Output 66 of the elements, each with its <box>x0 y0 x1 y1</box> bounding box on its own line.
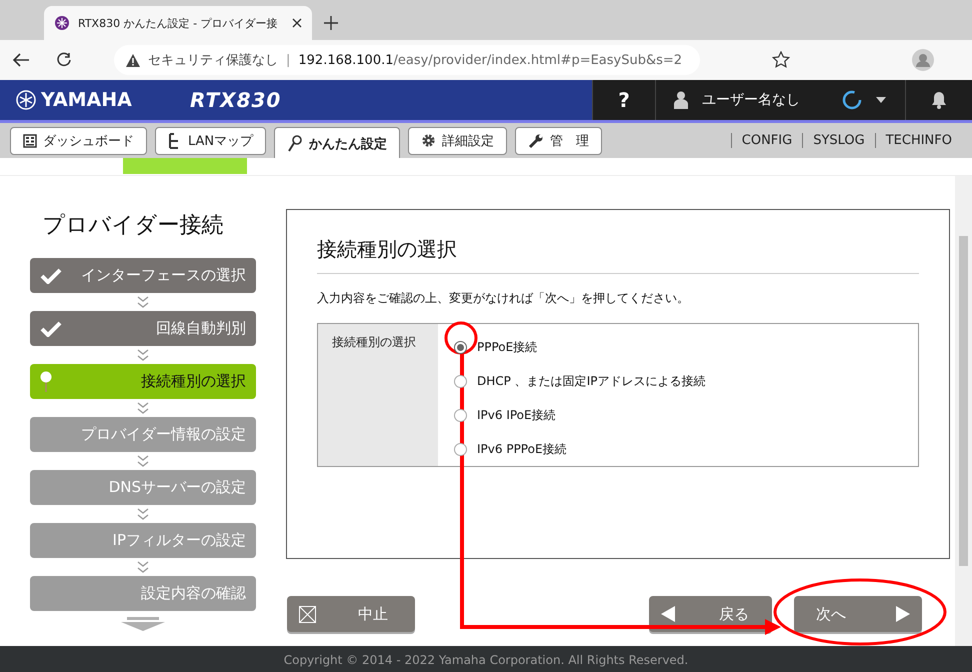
wrench-icon <box>528 132 544 148</box>
header-link[interactable]: SYSLOG <box>802 133 875 148</box>
scrollbar-thumb[interactable] <box>959 236 968 566</box>
brand-logo: YAMAHA <box>0 80 166 120</box>
person-icon <box>674 91 688 109</box>
radio-label: PPPoE接続 <box>477 338 538 356</box>
grid-icon <box>23 134 37 148</box>
browser-tab[interactable]: RTX830 かんたん設定 - プロバイダー接 <box>44 6 312 40</box>
nav-tab[interactable]: ダッシュボード <box>10 126 147 154</box>
flower-icon <box>54 15 70 31</box>
tab-title: RTX830 かんたん設定 - プロバイダー接 <box>78 16 278 30</box>
box-x-icon <box>299 606 316 622</box>
field-label: 接続種別の選択 <box>318 324 438 466</box>
cancel-button[interactable]: 中止 <box>287 596 415 632</box>
chevron-down-icon <box>137 348 149 362</box>
copyright-text: Copyright © 2014 - 2022 Yamaha Corporation. All Rights Reserved. <box>0 646 972 672</box>
chevron-down-icon <box>137 401 149 415</box>
down-arrow-icon <box>121 617 165 631</box>
nav-tab[interactable]: かんたん設定 <box>274 126 400 160</box>
star-icon[interactable] <box>772 51 790 69</box>
bell-icon[interactable] <box>931 91 947 109</box>
wizard-step: インターフェースの選択 <box>30 258 256 293</box>
caret-icon <box>876 96 886 104</box>
nav-tab[interactable]: 管 理 <box>515 126 602 154</box>
gear-icon <box>421 133 436 148</box>
chevron-down-icon <box>137 295 149 309</box>
wizard-step: 設定内容の確認 <box>30 576 256 611</box>
header-link[interactable]: TECHINFO <box>874 133 962 148</box>
back-arrow-icon[interactable] <box>12 52 30 68</box>
radio-label: IPv6 IPoE接続 <box>477 406 556 424</box>
wizard-step: プロバイダー情報の設定 <box>30 417 256 452</box>
address-field[interactable]: セキュリティ保護なし | 192.168.100.1/easy/provider/index.html#p=EasySub&s=2 <box>114 45 700 75</box>
nav-tab[interactable]: 詳細設定 <box>408 126 508 154</box>
plus-icon[interactable] <box>324 16 338 30</box>
radio-button[interactable] <box>454 374 467 388</box>
instruction-text: 入力内容をご確認の上、変更がなければ「次へ」を押してください。 <box>317 290 690 307</box>
model-name: RTX830 <box>190 87 282 114</box>
check-icon <box>40 268 62 284</box>
left-triangle-icon <box>661 606 675 622</box>
avatar-icon[interactable] <box>912 49 934 71</box>
radio-button[interactable] <box>454 340 467 354</box>
right-triangle-icon <box>896 606 910 622</box>
wizard-step: DNSサーバーの設定 <box>30 470 256 505</box>
header-link[interactable]: CONFIG <box>730 133 802 148</box>
check-icon <box>40 320 62 336</box>
next-button[interactable]: 次へ <box>794 596 922 632</box>
radio-button[interactable] <box>454 408 467 422</box>
chevron-down-icon <box>137 454 149 468</box>
nav-tab[interactable]: LANマップ <box>155 126 266 154</box>
refresh-icon[interactable] <box>56 52 72 68</box>
chevron-down-icon <box>137 560 149 574</box>
close-icon[interactable] <box>292 18 302 28</box>
wizard-step: IPフィルターの設定 <box>30 523 256 558</box>
sidebar-title: プロバイダー接続 <box>42 212 224 240</box>
pin-icon <box>287 135 304 153</box>
radio-label: IPv6 PPPoE接続 <box>477 440 567 458</box>
warning-icon <box>126 54 140 66</box>
panel-title: 接続種別の選択 <box>317 210 919 274</box>
highlight-circle <box>444 322 478 354</box>
spinner-icon <box>842 90 862 110</box>
radio-button[interactable] <box>454 442 467 456</box>
radio-label: DHCP 、または固定IPアドレスによる接続 <box>477 372 706 390</box>
wizard-step: 回線自動判別 <box>30 311 256 346</box>
chevron-down-icon <box>137 507 149 521</box>
pin-icon <box>40 370 52 392</box>
wizard-step: 接続種別の選択 <box>30 364 256 399</box>
